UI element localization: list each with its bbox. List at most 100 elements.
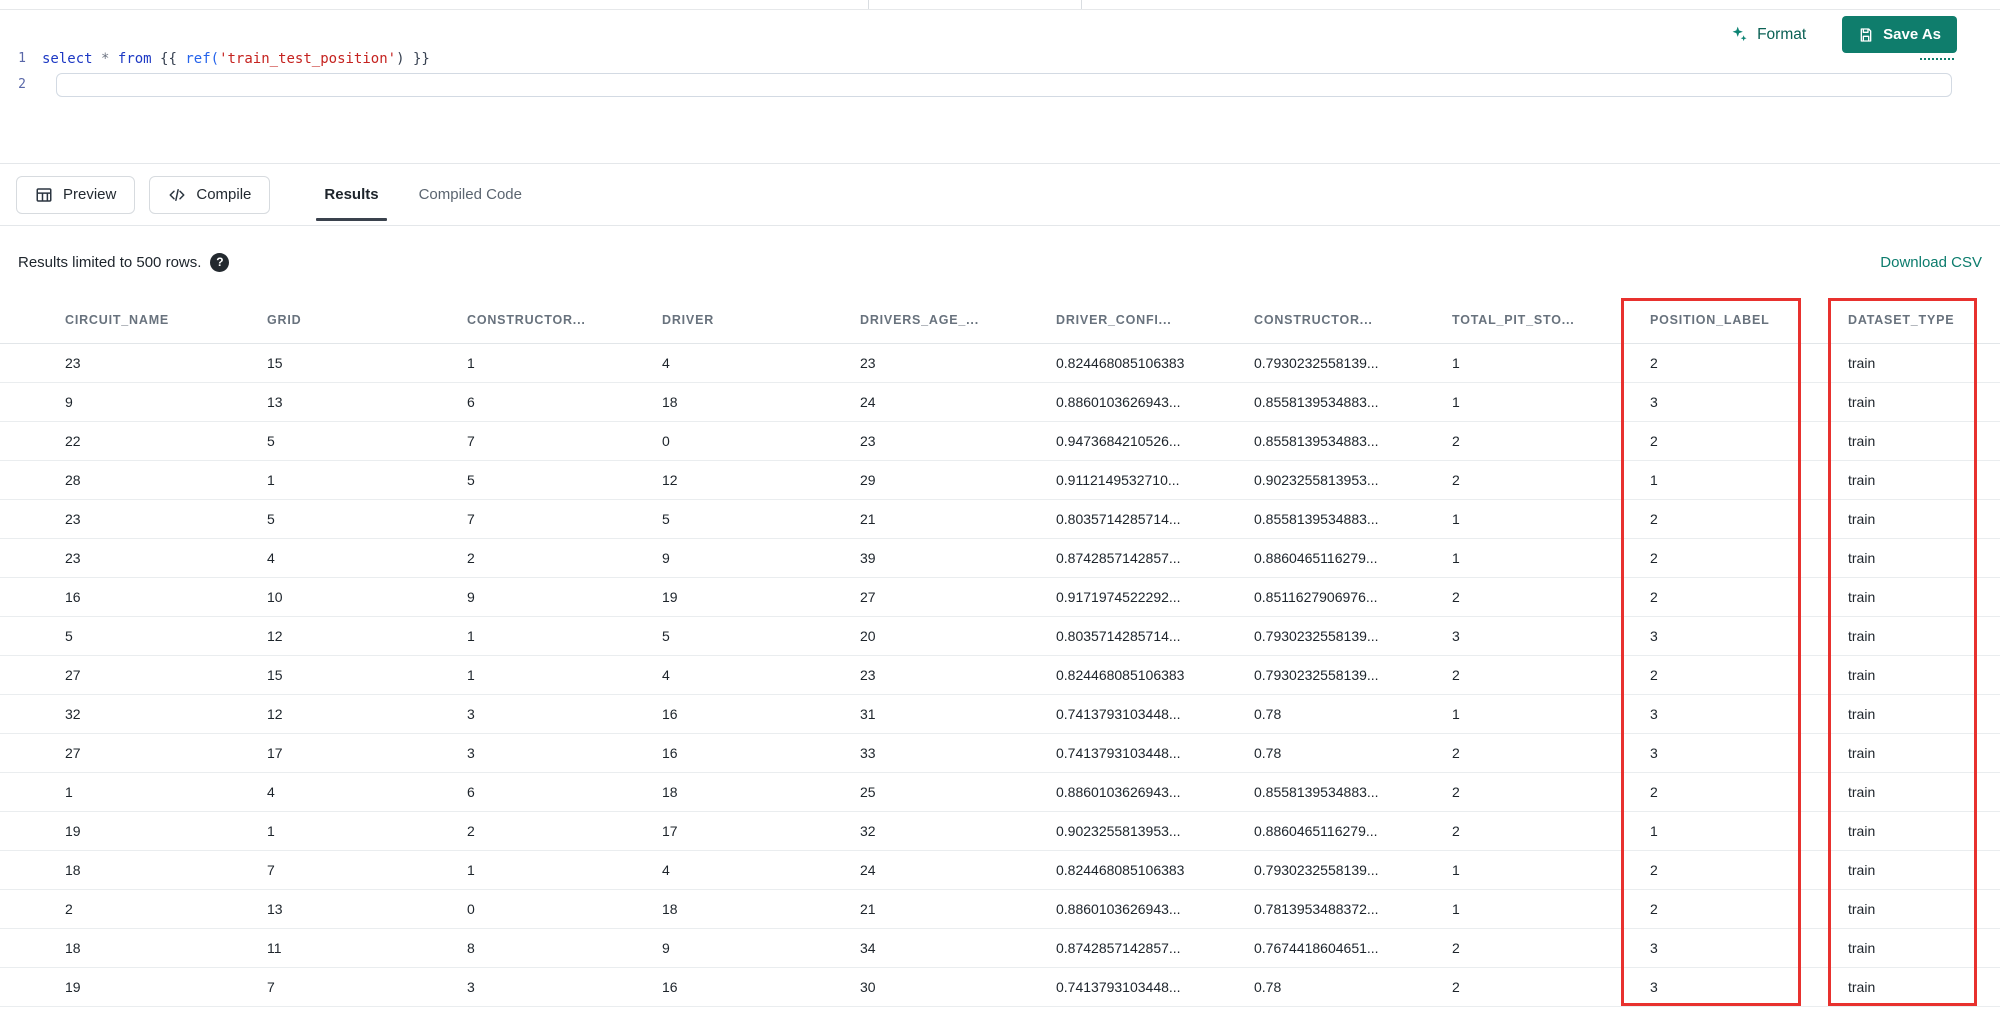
table-cell: 3 <box>402 694 597 734</box>
table-cell: 5 <box>597 499 795 539</box>
table-cell: train <box>1783 772 2000 812</box>
column-header: CONSTRUCTOR... <box>1189 298 1387 344</box>
table-cell: 0.9473684210526... <box>991 421 1189 461</box>
table-cell: 0.7413793103448... <box>991 733 1189 773</box>
table-cell: 0.824468085106383 <box>991 850 1189 890</box>
save-as-label: Save As <box>1883 26 1941 43</box>
table-cell: 32 <box>795 811 991 851</box>
table-cell: 0.78 <box>1189 694 1387 734</box>
table-cell: 4 <box>597 655 795 695</box>
table-cell: 27 <box>0 733 202 773</box>
table-cell: 32 <box>0 694 202 734</box>
table-cell: 39 <box>795 538 991 578</box>
table-cell: train <box>1783 733 2000 773</box>
help-icon[interactable]: ? <box>210 252 230 272</box>
table-cell: 16 <box>597 967 795 1007</box>
table-cell: 13 <box>202 889 402 929</box>
table-cell: 1 <box>1387 538 1585 578</box>
table-cell: 15 <box>202 343 402 383</box>
table-row: 23 15 1 4 23 0.824468085106383 0.7930232558139… <box>0 343 2000 383</box>
table-cell: train <box>1783 460 2000 500</box>
table-row: 18 7 1 4 24 0.824468085106383 0.7930232558139.… <box>0 850 2000 890</box>
table-cell: 2 <box>1585 850 1783 890</box>
table-cell: 21 <box>795 889 991 929</box>
table-cell: 0.7413793103448... <box>991 694 1189 734</box>
table-cell: 23 <box>795 655 991 695</box>
table-cell: 0.8860465116279... <box>1189 811 1387 851</box>
compile-button[interactable]: Compile <box>149 175 271 214</box>
table-cell: 0.824468085106383 <box>991 343 1189 383</box>
table-cell: 9 <box>0 382 202 422</box>
table-cell: 2 <box>1387 733 1585 773</box>
table-cell: 4 <box>597 343 795 383</box>
table-cell: 9 <box>597 928 795 968</box>
table-cell: 1 <box>1387 382 1585 422</box>
table-row: 32 12 3 16 31 0.7413793103448... 0.78 1 3 train <box>0 694 2000 734</box>
table-cell: 2 <box>1585 772 1783 812</box>
sql-string: 'train_test_position' <box>219 51 397 67</box>
code-line-2[interactable]: 2 <box>0 72 2000 98</box>
table-cell: 5 <box>0 616 202 656</box>
download-csv-link[interactable]: Download CSV <box>1880 254 1982 271</box>
table-cell: train <box>1783 382 2000 422</box>
table-row: 27 15 1 4 23 0.824468085106383 0.7930232558139… <box>0 655 2000 695</box>
table-cell: 0.8860103626943... <box>991 382 1189 422</box>
ref-function: ref( <box>185 51 220 67</box>
table-cell: 0.78 <box>1189 733 1387 773</box>
format-button[interactable]: Format <box>1729 25 1806 44</box>
table-row: 9 13 6 18 24 0.8860103626943... 0.855813953488… <box>0 382 2000 422</box>
table-cell: 2 <box>1387 967 1585 1007</box>
line-number: 1 <box>18 51 26 66</box>
table-cell: 8 <box>402 928 597 968</box>
tab-results[interactable]: Results <box>304 164 398 225</box>
table-cell: 0.7930232558139... <box>1189 343 1387 383</box>
row-limit-text: Results limited to 500 rows. <box>18 253 202 271</box>
table-cell: 24 <box>795 382 991 422</box>
table-cell: 5 <box>202 499 402 539</box>
editor-actions: Format Save As <box>1729 16 1957 53</box>
code-line-1[interactable]: 1 select * from {{ ref('train_test_posit… <box>0 46 2000 72</box>
table-cell: train <box>1783 538 2000 578</box>
code-area[interactable]: 1 select * from {{ ref('train_test_posit… <box>0 10 2000 98</box>
table-row: 27 17 3 16 33 0.7413793103448... 0.78 2 3 train <box>0 733 2000 773</box>
results-table: CIRCUIT_NAME GRID CONSTRUCTOR... DRIVER DRIV… <box>0 298 2000 1007</box>
results-info-bar: Results limited to 500 rows. ? Download … <box>0 226 2000 298</box>
table-cell: 18 <box>0 928 202 968</box>
table-cell: 0.8035714285714... <box>991 499 1189 539</box>
tab-compiled-code[interactable]: Compiled Code <box>399 164 542 225</box>
table-row: 5 12 1 5 20 0.8035714285714... 0.7930232558139… <box>0 616 2000 656</box>
table-row: 22 5 7 0 23 0.9473684210526... 0.8558139534883… <box>0 421 2000 461</box>
table-cell: 5 <box>402 460 597 500</box>
table-row: 23 5 7 5 21 0.8035714285714... 0.8558139534883… <box>0 499 2000 539</box>
tab-compiled-code-label: Compiled Code <box>418 186 522 203</box>
jinja-open: {{ <box>160 51 177 67</box>
table-cell: 2 <box>1387 772 1585 812</box>
save-as-button[interactable]: Save As <box>1842 16 1957 53</box>
table-cell: 2 <box>402 538 597 578</box>
table-cell: train <box>1783 616 2000 656</box>
table-cell: 23 <box>795 421 991 461</box>
sql-star: * <box>101 51 110 67</box>
sql-editor[interactable]: Format Save As 1 select * from {{ ref('t… <box>0 10 2000 164</box>
column-header: GRID <box>202 298 402 344</box>
table-cell: 3 <box>1585 616 1783 656</box>
table-cell: 5 <box>202 421 402 461</box>
preview-button[interactable]: Preview <box>16 175 136 214</box>
table-cell: 0.7930232558139... <box>1189 655 1387 695</box>
results-tabs: Results Compiled Code <box>304 164 542 225</box>
table-cell: train <box>1783 850 2000 890</box>
table-row: 28 1 5 12 29 0.9112149532710... 0.902325581395… <box>0 460 2000 500</box>
table-cell: 22 <box>0 421 202 461</box>
table-cell: 0.8860103626943... <box>991 772 1189 812</box>
table-cell: 1 <box>1585 811 1783 851</box>
table-cell: train <box>1783 577 2000 617</box>
table-cell: 33 <box>795 733 991 773</box>
table-cell: 0 <box>402 889 597 929</box>
table-cell: 18 <box>597 382 795 422</box>
table-cell: 19 <box>0 811 202 851</box>
active-line-highlight[interactable] <box>56 73 1952 97</box>
sql-statement: select * from {{ ref('train_test_positio… <box>42 46 430 72</box>
table-cell: 2 <box>0 889 202 929</box>
column-header: CIRCUIT_NAME <box>0 298 202 344</box>
file-tab-notch[interactable] <box>868 0 1082 9</box>
